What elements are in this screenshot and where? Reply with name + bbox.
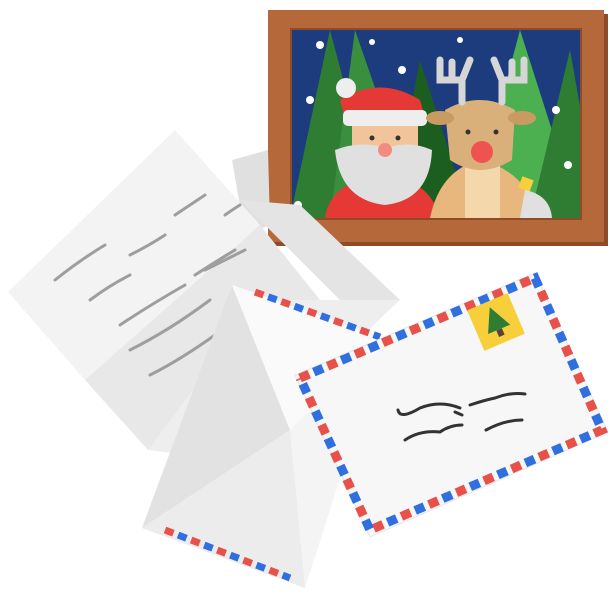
picture-frame-icon [268,10,608,246]
mail-illustration [8,10,609,588]
